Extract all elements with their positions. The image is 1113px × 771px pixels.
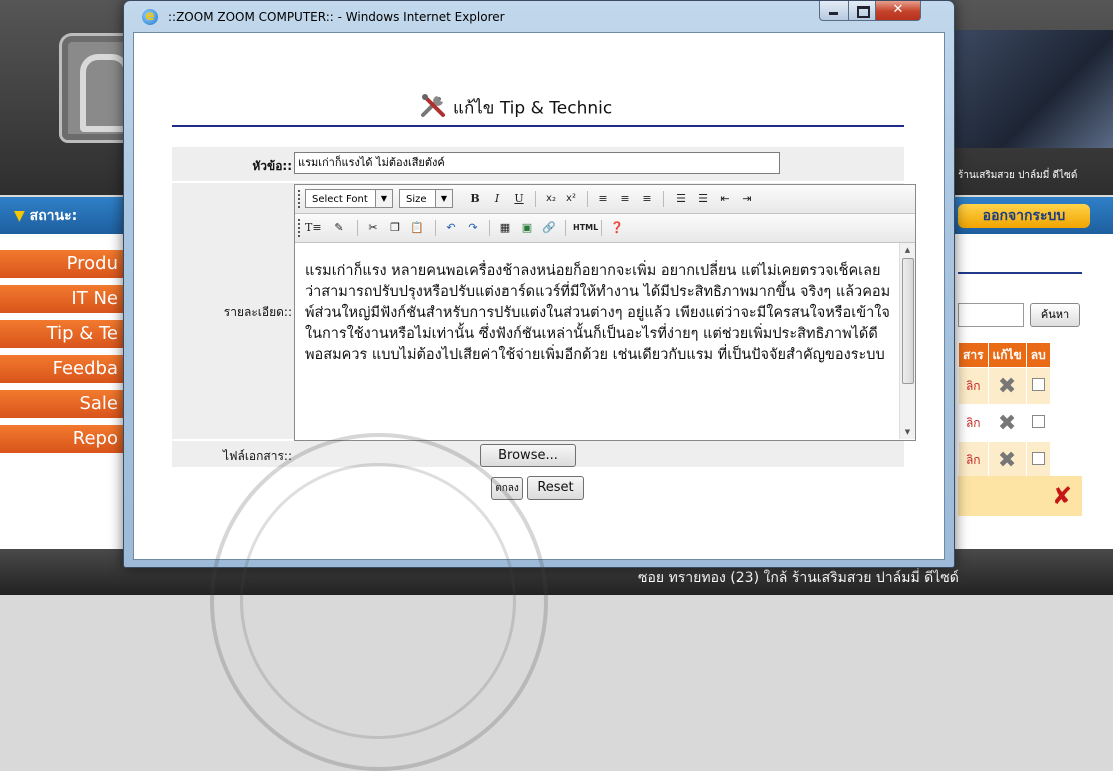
column-header-delete: ลบ [1025, 342, 1051, 368]
menu-item-report[interactable]: Repo [0, 425, 124, 453]
help-icon[interactable]: ❓ [609, 219, 625, 237]
underline-icon[interactable]: U [511, 190, 527, 208]
align-center-icon[interactable]: ≡ [617, 190, 633, 208]
outdent-icon[interactable]: ⇤ [717, 190, 733, 208]
footer-address: ซอย ทรายทอง (23) ใกล้ ร้านเสริมสวย ปาล์ม… [638, 570, 959, 586]
toolbar-separator [587, 191, 588, 207]
header-shop-text: ร้านเสริมสวย ปาล์มมี่ ดีไซด์ [958, 170, 1078, 181]
copy-icon[interactable]: ❐ [387, 219, 403, 237]
align-left-icon[interactable]: ≡ [595, 190, 611, 208]
table-row: ลิก ✖ [958, 441, 1051, 479]
menu-item-feedback[interactable]: Feedba [0, 355, 124, 383]
chevron-down-icon: ▼ [375, 190, 392, 207]
highlight-color-icon[interactable]: ✎ [331, 219, 347, 237]
align-right-icon[interactable]: ≡ [639, 190, 655, 208]
menu-item-tip-technic[interactable]: Tip & Te [0, 320, 124, 348]
close-icon: ✕ [892, 2, 904, 17]
reset-button[interactable]: Reset [527, 476, 584, 500]
table-row: ลิก ✖ [958, 404, 1051, 442]
delete-x-icon[interactable]: ✘ [1052, 482, 1072, 510]
editor-content-area[interactable]: แรมเก่าก็แรง หลายคนพอเครื่องช้าลงหน่อยก็… [295, 243, 899, 439]
toolbar-separator [535, 191, 536, 207]
toolbar-separator [601, 220, 602, 236]
font-select[interactable]: Select Font ▼ [305, 189, 393, 208]
ok-button[interactable]: ตกลง [491, 477, 523, 500]
editor-toolbar-2: T≡ ✎ ✂ ❐ 📋 ↶ ↷ ▦ ▣ 🔗 HTML ❓ [295, 214, 915, 243]
section-divider [958, 272, 1082, 274]
close-button[interactable]: ✕ [875, 1, 921, 21]
tips-table: สาร แก้ไข ลบ ลิก ✖ ลิก ✖ ลิก ✖ [958, 342, 1051, 479]
menu-item-it-news[interactable]: IT Ne [0, 285, 124, 313]
scroll-up-icon[interactable]: ▲ [900, 243, 915, 257]
table-row: ลิก ✖ [958, 367, 1051, 405]
toolbar-separator [565, 220, 566, 236]
edit-tools-icon[interactable]: ✖ [998, 448, 1016, 473]
toolbar-grip [298, 219, 302, 237]
status-label: ▼ สถานะ: [14, 208, 78, 224]
document-link[interactable]: ลิก [966, 379, 981, 393]
header-laptop-image [950, 30, 1113, 148]
edit-tools-icon[interactable]: ✖ [998, 374, 1016, 399]
toolbar-grip [298, 190, 302, 208]
bold-icon[interactable]: B [467, 190, 483, 208]
menu-item-sale[interactable]: Sale [0, 390, 124, 418]
size-select[interactable]: Size ▼ [399, 189, 453, 208]
minimize-button[interactable] [819, 1, 849, 21]
menu-item-products[interactable]: Produ [0, 250, 124, 278]
subject-input[interactable]: แรมเก่าก็แรงได้ ไม่ต้องเสียตังค์ [294, 152, 780, 174]
toolbar-separator [663, 191, 664, 207]
scrollbar-thumb[interactable] [902, 258, 914, 384]
edit-tools-icon[interactable]: ✖ [998, 411, 1016, 436]
document-link[interactable]: ลิก [966, 416, 981, 430]
window-title: ::ZOOM ZOOM COMPUTER:: - Windows Interne… [168, 10, 505, 24]
rich-text-editor: Select Font ▼ Size ▼ B I U x₂ x² ≡ ≡ ≡ ☰ ☰… [294, 184, 916, 441]
ie-popup-window: e ::ZOOM ZOOM COMPUTER:: - Windows Inter… [123, 0, 955, 771]
delete-checkbox[interactable] [1031, 415, 1045, 428]
tools-icon [419, 93, 449, 124]
maximize-button[interactable] [848, 1, 876, 21]
detail-label: รายละเอียด:: [223, 305, 292, 319]
column-header-edit: แก้ไข [987, 342, 1027, 368]
browse-button[interactable]: Browse... [480, 444, 576, 467]
page-title: แก้ไข Tip & Technic [419, 93, 612, 123]
search-input[interactable] [958, 303, 1024, 327]
ordered-list-icon[interactable]: ☰ [673, 190, 689, 208]
scroll-down-icon[interactable]: ▼ [900, 425, 915, 439]
link-icon[interactable]: 🔗 [541, 219, 557, 237]
cut-icon[interactable]: ✂ [365, 219, 381, 237]
delete-checkbox[interactable] [1031, 452, 1045, 465]
indent-icon[interactable]: ⇥ [739, 190, 755, 208]
undo-icon[interactable]: ↶ [443, 219, 459, 237]
file-label: ไฟล์เอกสาร:: [222, 449, 292, 463]
pin-icon: ▼ [14, 208, 25, 224]
side-menu: Produ IT Ne Tip & Te Feedba Sale Repo [0, 250, 124, 460]
html-button[interactable]: HTML [573, 219, 598, 237]
paste-icon[interactable]: 📋 [409, 219, 425, 237]
superscript-icon[interactable]: x² [563, 190, 579, 208]
bullet-list-icon[interactable]: ☰ [695, 190, 711, 208]
document-link[interactable]: ลิก [966, 453, 981, 467]
title-divider [172, 125, 904, 127]
popup-content: แก้ไข Tip & Technic หัวข้อ:: แรมเก่าก็แร… [133, 32, 945, 771]
text-color-icon[interactable]: T≡ [305, 219, 322, 237]
ie-logo-icon: e [142, 9, 158, 25]
delete-checkbox[interactable] [1031, 378, 1045, 391]
column-header-document: สาร [958, 342, 989, 368]
toolbar-separator [357, 220, 358, 236]
search-button[interactable]: ค้นหา [1030, 303, 1080, 327]
editor-toolbar-1: Select Font ▼ Size ▼ B I U x₂ x² ≡ ≡ ≡ ☰ ☰… [295, 185, 915, 214]
editor-content-text: แรมเก่าก็แรง หลายคนพอเครื่องช้าลงหน่อยก็… [305, 263, 891, 363]
editor-scrollbar[interactable]: ▲ ▼ [899, 243, 915, 439]
chevron-down-icon: ▼ [435, 190, 452, 207]
subscript-icon[interactable]: x₂ [543, 190, 559, 208]
toolbar-separator [489, 220, 490, 236]
table-icon[interactable]: ▦ [497, 219, 513, 237]
italic-icon[interactable]: I [489, 190, 505, 208]
subject-label: หัวข้อ:: [252, 159, 292, 173]
redo-icon[interactable]: ↷ [465, 219, 481, 237]
image-icon[interactable]: ▣ [519, 219, 535, 237]
toolbar-separator [435, 220, 436, 236]
logout-button[interactable]: ออกจากระบบ [958, 204, 1090, 228]
page-title-text: แก้ไข Tip & Technic [453, 98, 613, 119]
